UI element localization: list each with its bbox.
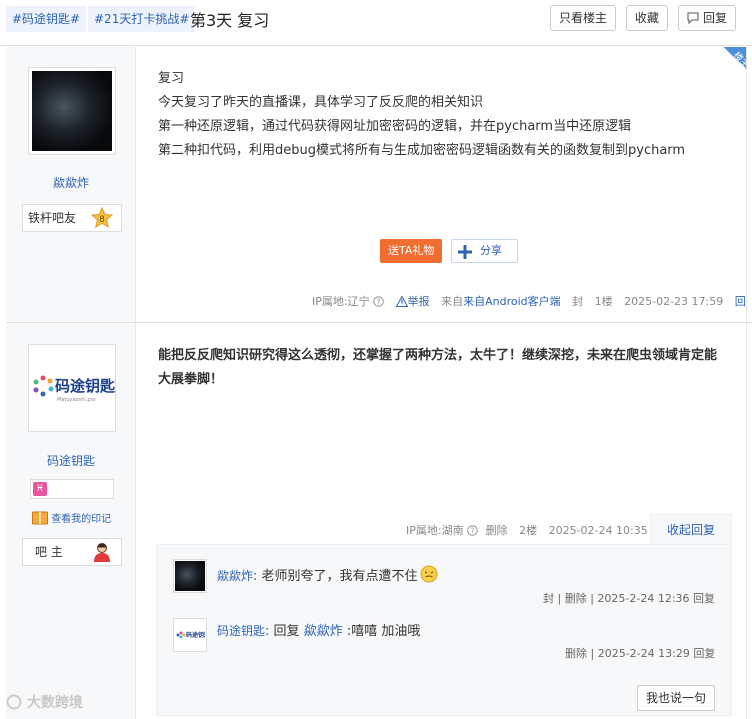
watermark-logo-icon: [6, 694, 22, 710]
sub-reply-button[interactable]: 回复: [693, 647, 715, 660]
sub-reply-time: 2025-2-24 12:36: [597, 592, 690, 605]
avatar-image: [175, 561, 205, 591]
level-badge[interactable]: 铁杆吧友 8: [22, 204, 122, 232]
admin-person-icon: [94, 543, 110, 562]
sub-reply-2: 码途钥匙: 回复 歘歘炸 :嘻嘻 加油哦: [217, 624, 421, 639]
logo-text: 码途钥匙: [55, 377, 115, 395]
role-badge[interactable]: 吧 主: [22, 538, 122, 566]
sub-reply-1: 歘歘炸: 老师别夸了，我有点遭不住: [217, 565, 438, 584]
reply-button-label: 回复: [702, 11, 727, 25]
author-name[interactable]: 歘歘炸: [6, 174, 136, 191]
level-star-icon: 8: [91, 207, 113, 229]
sub-reply-time: 2025-2-24 13:29: [597, 647, 690, 660]
post-footer: IP属地:湖南 ? 删除 2楼 2025-02-24 10:35: [406, 522, 648, 538]
ip-location: IP属地:辽宁: [312, 295, 370, 308]
favorite-button[interactable]: 收藏: [626, 5, 668, 31]
level-title: 铁杆吧友: [28, 211, 77, 225]
matuyaoshi-logo: 码途钥匙: [176, 631, 211, 639]
reply-button[interactable]: 回复: [678, 5, 736, 31]
svg-text:?: ?: [470, 527, 474, 536]
emoji-icon: [420, 565, 438, 583]
watermark: 大数跨境: [6, 692, 83, 712]
only-owner-button[interactable]: 只看楼主: [550, 5, 616, 31]
delete-link[interactable]: 删除: [486, 524, 508, 537]
share-label: 分享: [480, 244, 502, 257]
sub-reply-text: :嘻嘻 加油哦: [346, 624, 421, 639]
client-source: 来自来自Android客户端: [441, 295, 561, 308]
send-gift-button[interactable]: 送TA礼物: [380, 239, 443, 263]
svg-text:码途钥匙: 码途钥匙: [186, 631, 205, 639]
sub-reply-button[interactable]: 回复: [693, 592, 715, 605]
sub-reply-target[interactable]: 歘歘炸: [304, 624, 343, 639]
topic-tag-21days[interactable]: #21天打卡挑战#: [88, 6, 196, 32]
avatar[interactable]: 码途钥匙 Matuyaoshi.pro: [28, 344, 116, 432]
post-floor-1: 歘歘炸 铁杆吧友 8 楼主 复习 今天复习了昨天的直播课，具体学习了反反爬的相关…: [6, 47, 752, 323]
svg-text:?: ?: [376, 298, 380, 307]
say-something-button[interactable]: 我也说一句: [637, 685, 715, 711]
post-footer: IP属地:辽宁 ? 举报 来自来自Android客户端 封 1楼 2025-02…: [312, 293, 752, 309]
sub-reply-avatar[interactable]: [173, 559, 207, 593]
author-sidebar: 码途钥匙 Matuyaoshi.pro 码途钥匙 ♓ 查看我的印记 吧 主: [6, 324, 136, 719]
matuyaoshi-logo: 码途钥匙 Matuyaoshi.pro: [33, 375, 116, 403]
comment-icon: [687, 12, 699, 24]
sub-reply-2-meta: 删除 | 2025-2-24 13:29 回复: [565, 647, 716, 660]
pisces-icon: ♓: [33, 482, 47, 496]
share-button[interactable]: 分享: [451, 239, 518, 263]
sub-reply-text: 老师别夸了，我有点遭不住: [261, 569, 418, 584]
thread-title: 第3天 复习: [190, 11, 270, 30]
sub-reply-avatar[interactable]: 码途钥匙: [173, 618, 211, 652]
ban-link[interactable]: 封: [572, 295, 583, 308]
sub-reply-user[interactable]: 码途钥匙: [217, 624, 265, 638]
avatar-image: [32, 71, 112, 151]
delete-link[interactable]: 删除: [565, 592, 587, 605]
book-icon: [32, 511, 48, 525]
help-icon: ?: [467, 525, 478, 536]
post-content: 复习 今天复习了昨天的直播课，具体学习了反反爬的相关知识 第一种还原逻辑，通过代…: [158, 67, 685, 163]
delete-link[interactable]: 删除: [565, 647, 587, 660]
author-name[interactable]: 码途钥匙: [6, 452, 136, 469]
warning-icon: [395, 295, 408, 307]
right-divider: [746, 324, 752, 719]
ip-location: IP属地:湖南: [406, 524, 464, 537]
ban-link[interactable]: 封: [543, 592, 554, 605]
collapse-replies-tab[interactable]: 收起回复: [650, 514, 732, 545]
thread-header: #码途钥匙# #21天打卡挑战# 第3天 复习 只看楼主 收藏 回复: [0, 0, 752, 46]
post-content: 能把反反爬知识研究得这么透彻，还掌握了两种方法，太牛了！继续深挖，未来在爬虫领域…: [158, 348, 718, 387]
avatar[interactable]: [28, 67, 116, 155]
zodiac-badge[interactable]: ♓: [30, 479, 114, 499]
floor-number: 1楼: [594, 295, 613, 308]
floor-number: 2楼: [519, 524, 538, 537]
sub-reply-1-meta: 封 | 删除 | 2025-2-24 12:36 回复: [543, 592, 716, 605]
post-time: 2025-02-23 17:59: [624, 295, 724, 308]
post-line-1: 复习: [158, 71, 185, 86]
post-line-4: 第二种扣代码，利用debug模式将所有与生成加密密码逻辑函数有关的函数复制到py…: [158, 143, 686, 158]
level-number: 8: [99, 215, 105, 225]
report-link[interactable]: 举报: [395, 295, 430, 308]
my-mark-link[interactable]: 查看我的印记: [32, 510, 111, 525]
post-time: 2025-02-24 10:35: [548, 524, 648, 537]
author-sidebar: 歘歘炸 铁杆吧友 8: [6, 47, 136, 322]
help-icon: ?: [373, 296, 384, 307]
role-label: 吧 主: [35, 545, 63, 559]
post-line-3: 第一种还原逻辑，通过代码获得网址加密密码的逻辑，并在pycharm当中还原逻辑: [158, 119, 632, 134]
right-divider: [746, 47, 752, 322]
sub-reply-panel: 歘歘炸: 老师别夸了，我有点遭不住 封 | 删除 | 2025-2-24 12:…: [156, 544, 732, 716]
post-line-2: 今天复习了昨天的直播课，具体学习了反反爬的相关知识: [158, 95, 484, 110]
logo-subtext: Matuyaoshi.pro: [57, 397, 96, 403]
post-floor-2: 码途钥匙 Matuyaoshi.pro 码途钥匙 ♓ 查看我的印记 吧 主 能把…: [6, 324, 752, 719]
sub-reply-prefix: 回复: [273, 624, 300, 639]
topic-tag-matuyaoshi[interactable]: #码途钥匙#: [6, 6, 87, 32]
plus-icon: [458, 245, 472, 259]
sub-reply-user[interactable]: 歘歘炸: [217, 569, 253, 583]
